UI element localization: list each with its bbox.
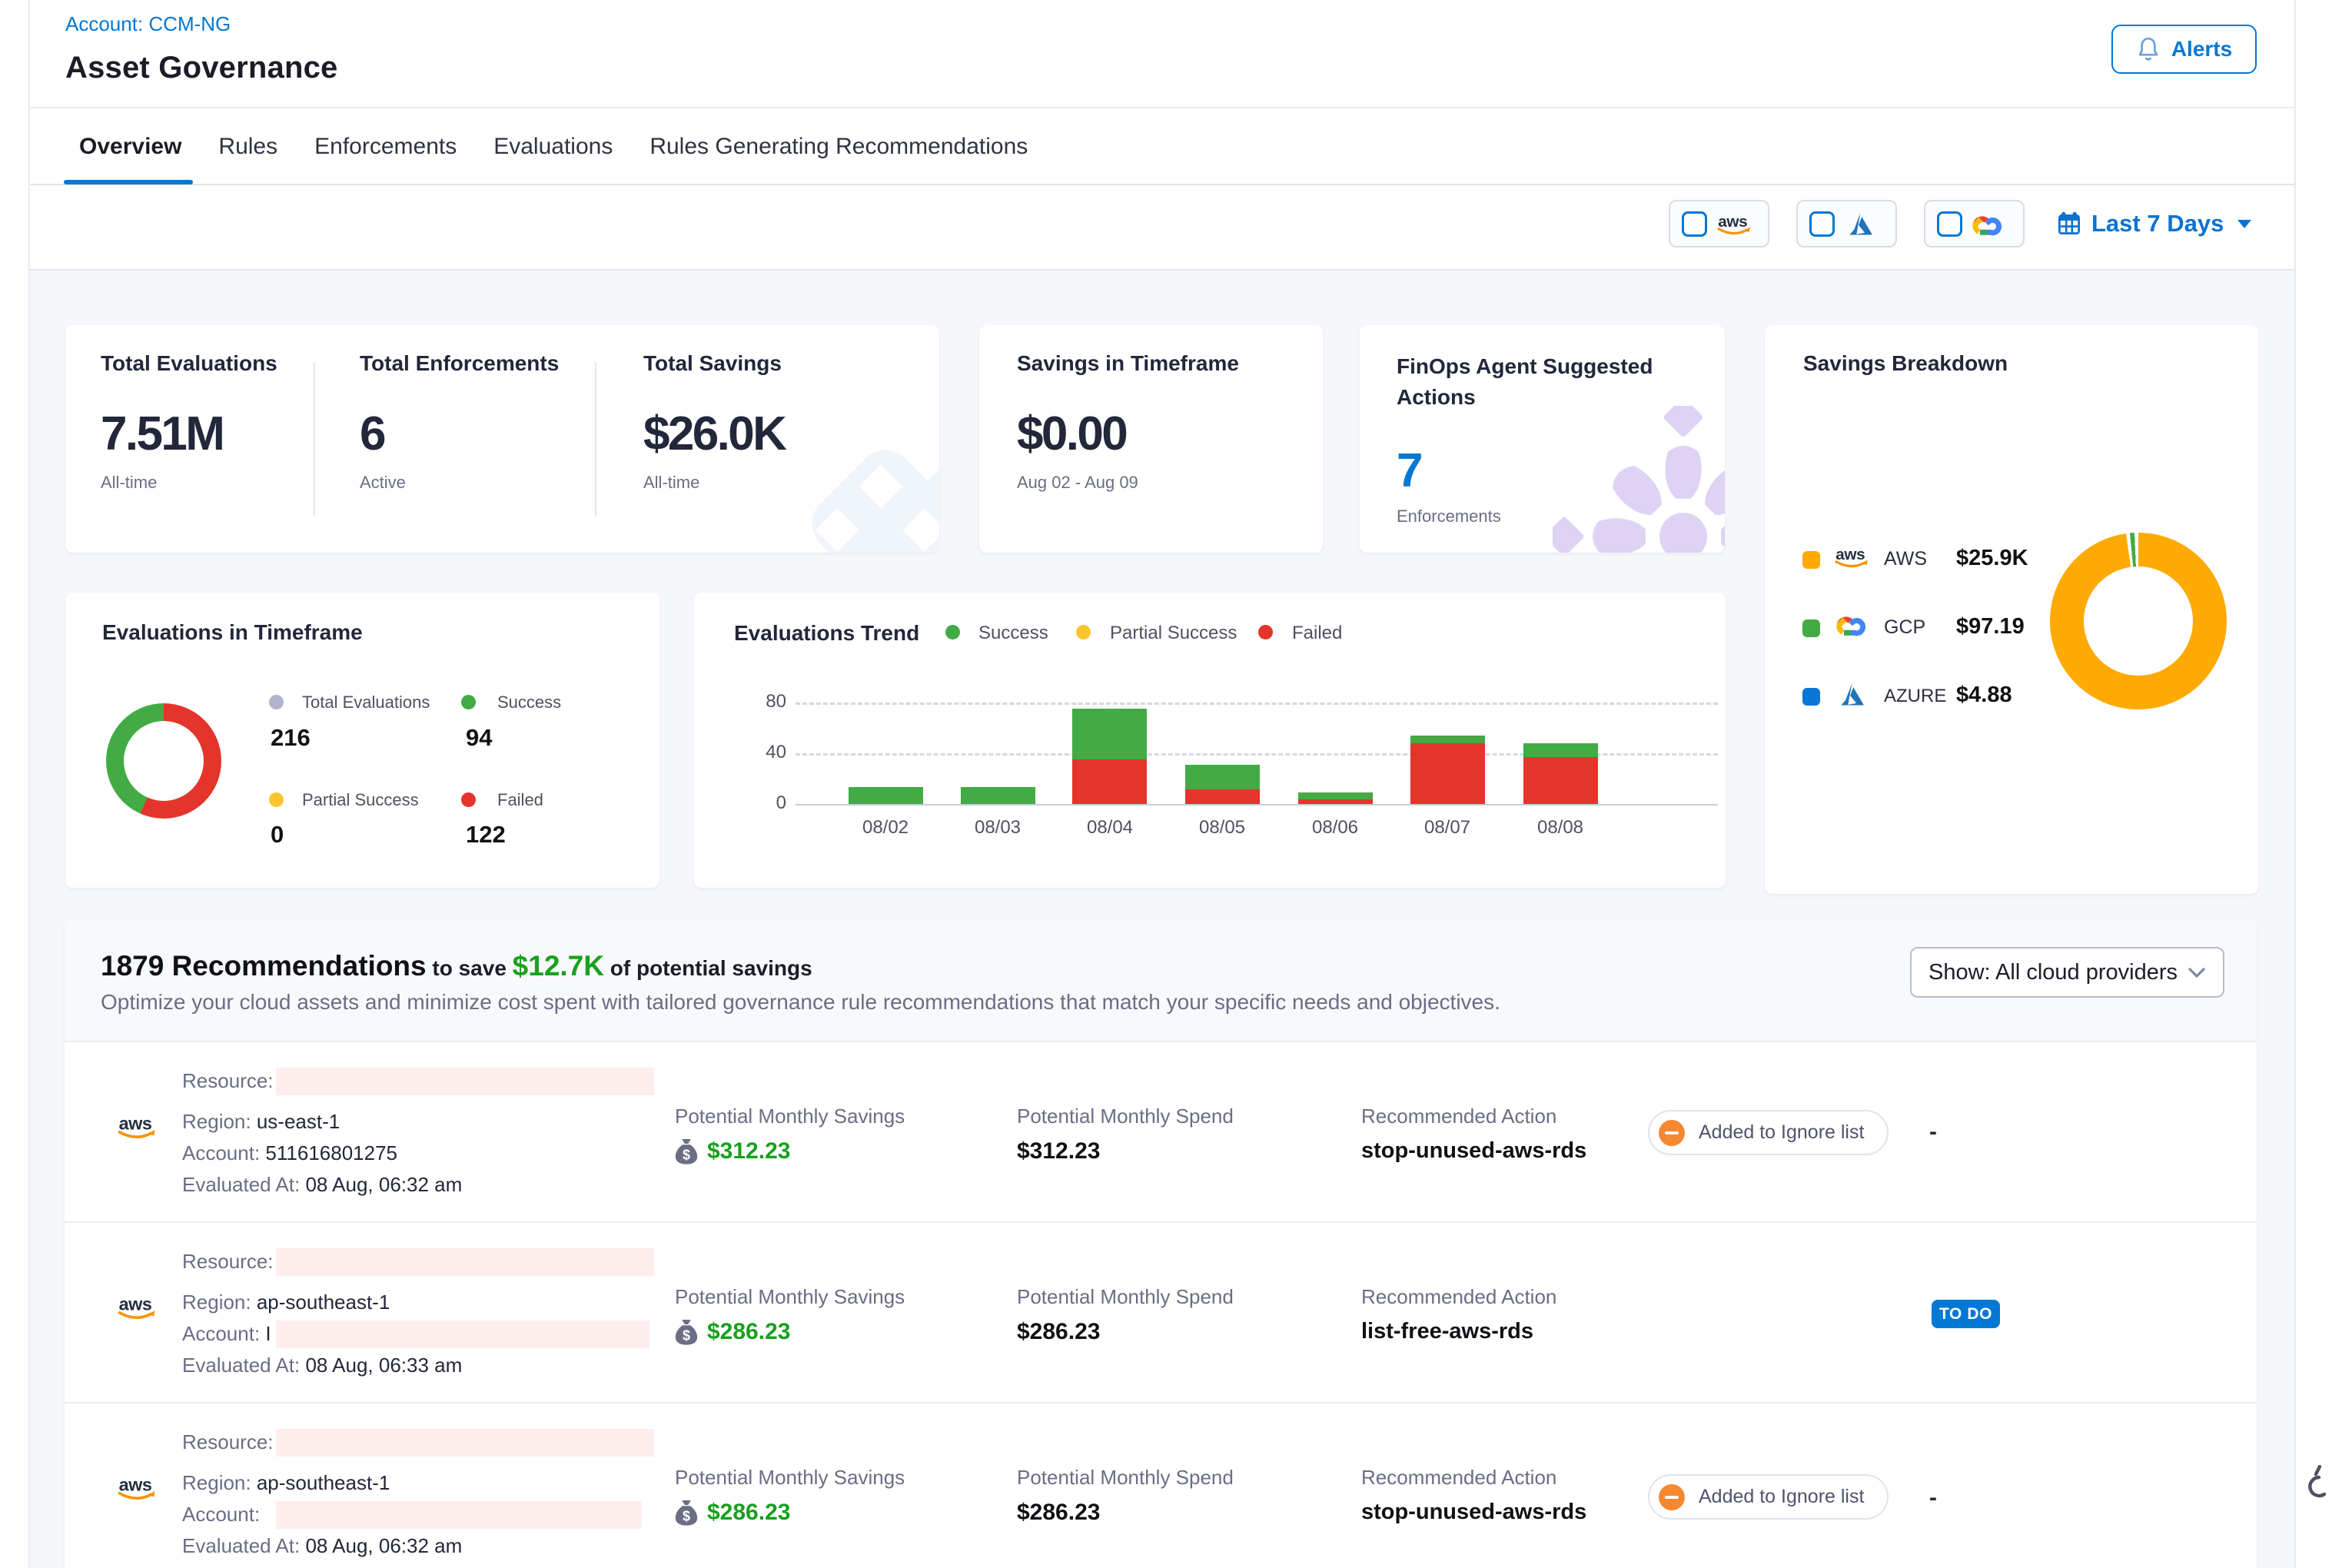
svg-text:aws: aws <box>119 1474 152 1494</box>
svg-text:$: $ <box>683 1509 690 1524</box>
svg-text:aws: aws <box>1835 546 1865 563</box>
svg-text:$: $ <box>683 1328 690 1344</box>
svg-text:aws: aws <box>1718 213 1747 231</box>
svg-text:aws: aws <box>119 1294 152 1314</box>
svg-text:$: $ <box>683 1148 690 1163</box>
svg-text:aws: aws <box>119 1113 152 1133</box>
